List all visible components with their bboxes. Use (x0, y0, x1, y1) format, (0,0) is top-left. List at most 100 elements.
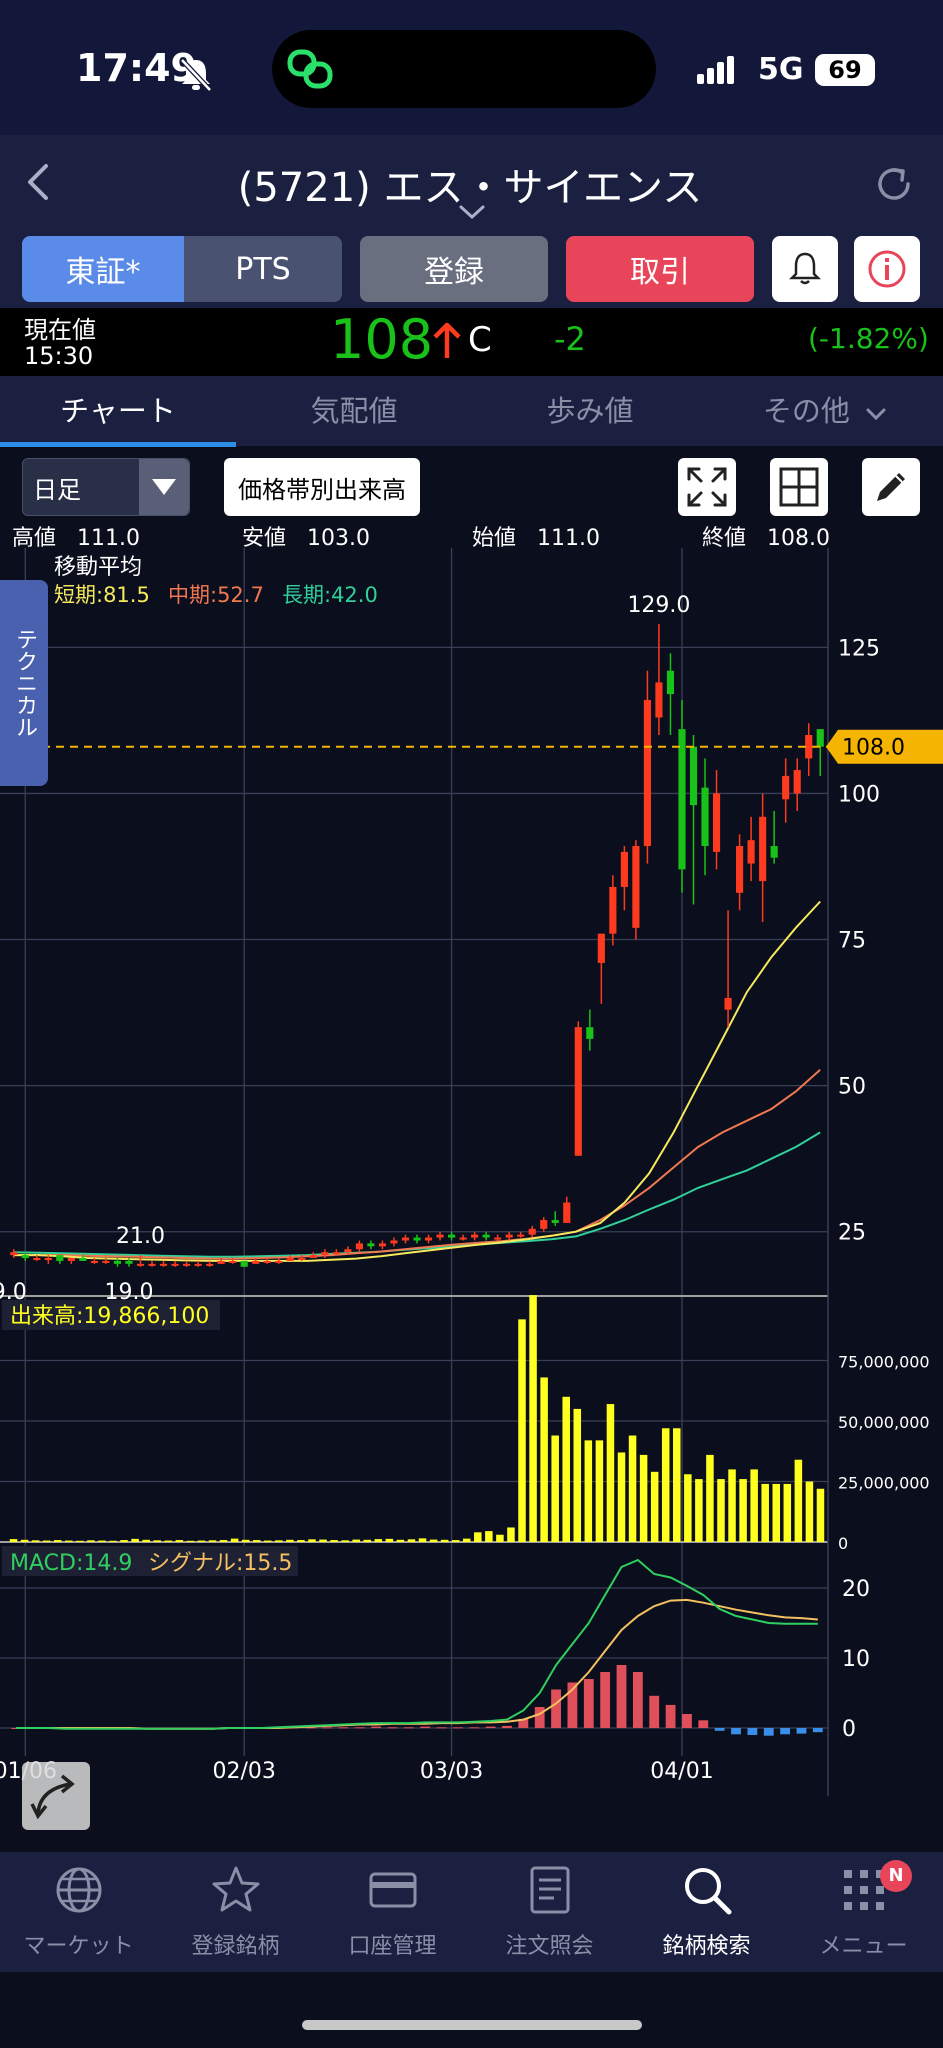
volume-bar (98, 1540, 106, 1542)
volume-bar (308, 1539, 316, 1542)
candle-body (782, 775, 790, 800)
volume-bar (595, 1440, 604, 1542)
volume-bar (507, 1527, 515, 1542)
volume-bar (451, 1540, 460, 1542)
reset-zoom-icon[interactable] (20, 1760, 92, 1832)
volume-bar (617, 1452, 626, 1542)
candle-body (528, 1228, 536, 1235)
candle-body (482, 1234, 490, 1238)
info-button[interactable] (854, 236, 920, 302)
nav-market-label: マーケット (23, 1934, 134, 1959)
volume-tick-label: 25,000,000 (838, 1474, 930, 1493)
chart-background (0, 548, 943, 1796)
period-select[interactable]: 日足 (22, 458, 190, 516)
chevron-down-icon[interactable] (458, 204, 486, 220)
volume-bar (374, 1539, 383, 1542)
market-tse-button[interactable]: 東証* (22, 236, 184, 302)
alert-button[interactable] (772, 236, 838, 302)
stock-chart[interactable]: 01/0602/0303/0304/01125100755025108.0129… (0, 548, 943, 1796)
notification-badge: N (880, 1860, 912, 1892)
volume-bar (65, 1540, 73, 1542)
volume-bar (42, 1540, 51, 1542)
nav-search-label: 銘柄検索 (662, 1934, 751, 1959)
chevron-down-icon (866, 408, 886, 421)
volume-bar (717, 1479, 725, 1542)
nav-watchlist[interactable]: 登録銘柄 (157, 1864, 314, 1960)
nav-watchlist-label: 登録銘柄 (191, 1934, 280, 1959)
volume-bar (805, 1481, 814, 1542)
volume-label: 出来高:19,866,100 (10, 1304, 209, 1329)
candle-body (574, 1027, 582, 1156)
technical-tab[interactable]: テクニカル (0, 580, 48, 786)
y-tick-label: 50 (838, 1075, 866, 1100)
candle-body (724, 997, 732, 1010)
candle-body (102, 1260, 110, 1263)
candle-body (678, 729, 686, 870)
ma-legend-short: 短期:81.5 (54, 583, 150, 607)
candle-body (171, 1263, 179, 1266)
tab-quotes[interactable]: 気配値 (236, 388, 472, 430)
current-price-label: 108.0 (842, 736, 905, 761)
y-tick-label: 125 (838, 636, 880, 661)
candle-body (540, 1220, 548, 1229)
volume-profile-button[interactable]: 価格帯別出来高 (224, 458, 420, 516)
nav-search[interactable]: 銘柄検索 (628, 1864, 785, 1960)
volume-bar (142, 1539, 150, 1542)
macd-histogram-bar (469, 1727, 480, 1729)
market-pts-button[interactable]: PTS (184, 236, 342, 302)
nav-menu[interactable]: メニュー (785, 1864, 942, 1960)
candle-body (689, 746, 698, 806)
arrow-up-icon (433, 322, 461, 358)
refresh-icon[interactable] (872, 162, 916, 206)
volume-bar (385, 1538, 394, 1542)
candle-body (551, 1220, 559, 1223)
draw-button[interactable] (862, 458, 920, 516)
tab-more[interactable]: その他 (740, 388, 910, 430)
volume-bar (363, 1539, 372, 1542)
macd-histogram-bar (698, 1720, 709, 1728)
volume-bar (330, 1540, 338, 1542)
nav-orders-label: 注文照会 (505, 1934, 594, 1959)
price-flag: C (468, 320, 492, 360)
trade-button[interactable]: 取引 (566, 236, 754, 302)
macd-histogram-bar (731, 1728, 741, 1735)
volume-bar (319, 1539, 327, 1542)
layout-button[interactable] (770, 458, 828, 516)
back-icon[interactable] (18, 158, 58, 206)
macd-label: MACD:14.9 (10, 1551, 132, 1576)
volume-bar (208, 1540, 217, 1542)
candle-body (90, 1260, 98, 1263)
ma-legend-mid: 中期:52.7 (168, 583, 264, 607)
fullscreen-button[interactable] (678, 458, 736, 516)
nav-market[interactable]: マーケット (0, 1864, 157, 1960)
volume-bar (186, 1540, 195, 1542)
volume-bar (518, 1319, 526, 1542)
candle-body (655, 682, 663, 718)
macd-histogram-bar (452, 1727, 463, 1729)
candle-body (79, 1258, 87, 1261)
current-price-label: 現在値 (24, 316, 96, 344)
candle-body (390, 1240, 398, 1244)
register-button[interactable]: 登録 (360, 236, 548, 302)
candle-body (229, 1260, 237, 1263)
candle-body (424, 1237, 433, 1241)
macd-histogram-bar (665, 1704, 676, 1728)
nav-orders[interactable]: 注文照会 (471, 1864, 628, 1960)
tab-trades[interactable]: 歩み値 (472, 388, 708, 430)
candle-body (712, 793, 721, 852)
candle-body (586, 1027, 594, 1039)
macd-histogram-bar (420, 1726, 431, 1728)
volume-bar (352, 1539, 360, 1542)
nav-account-label: 口座管理 (348, 1934, 437, 1959)
candle-body (770, 846, 778, 858)
candle-body (332, 1252, 340, 1255)
macd-histogram-bar (387, 1727, 398, 1729)
candle-body (401, 1237, 410, 1241)
battery-icon: 69 (815, 54, 875, 86)
tab-more-label: その他 (762, 394, 850, 428)
tab-chart[interactable]: チャート (0, 388, 236, 430)
candle-body (597, 933, 605, 963)
candle-body (632, 846, 640, 928)
candle-body (252, 1260, 260, 1264)
nav-account[interactable]: 口座管理 (314, 1864, 471, 1960)
